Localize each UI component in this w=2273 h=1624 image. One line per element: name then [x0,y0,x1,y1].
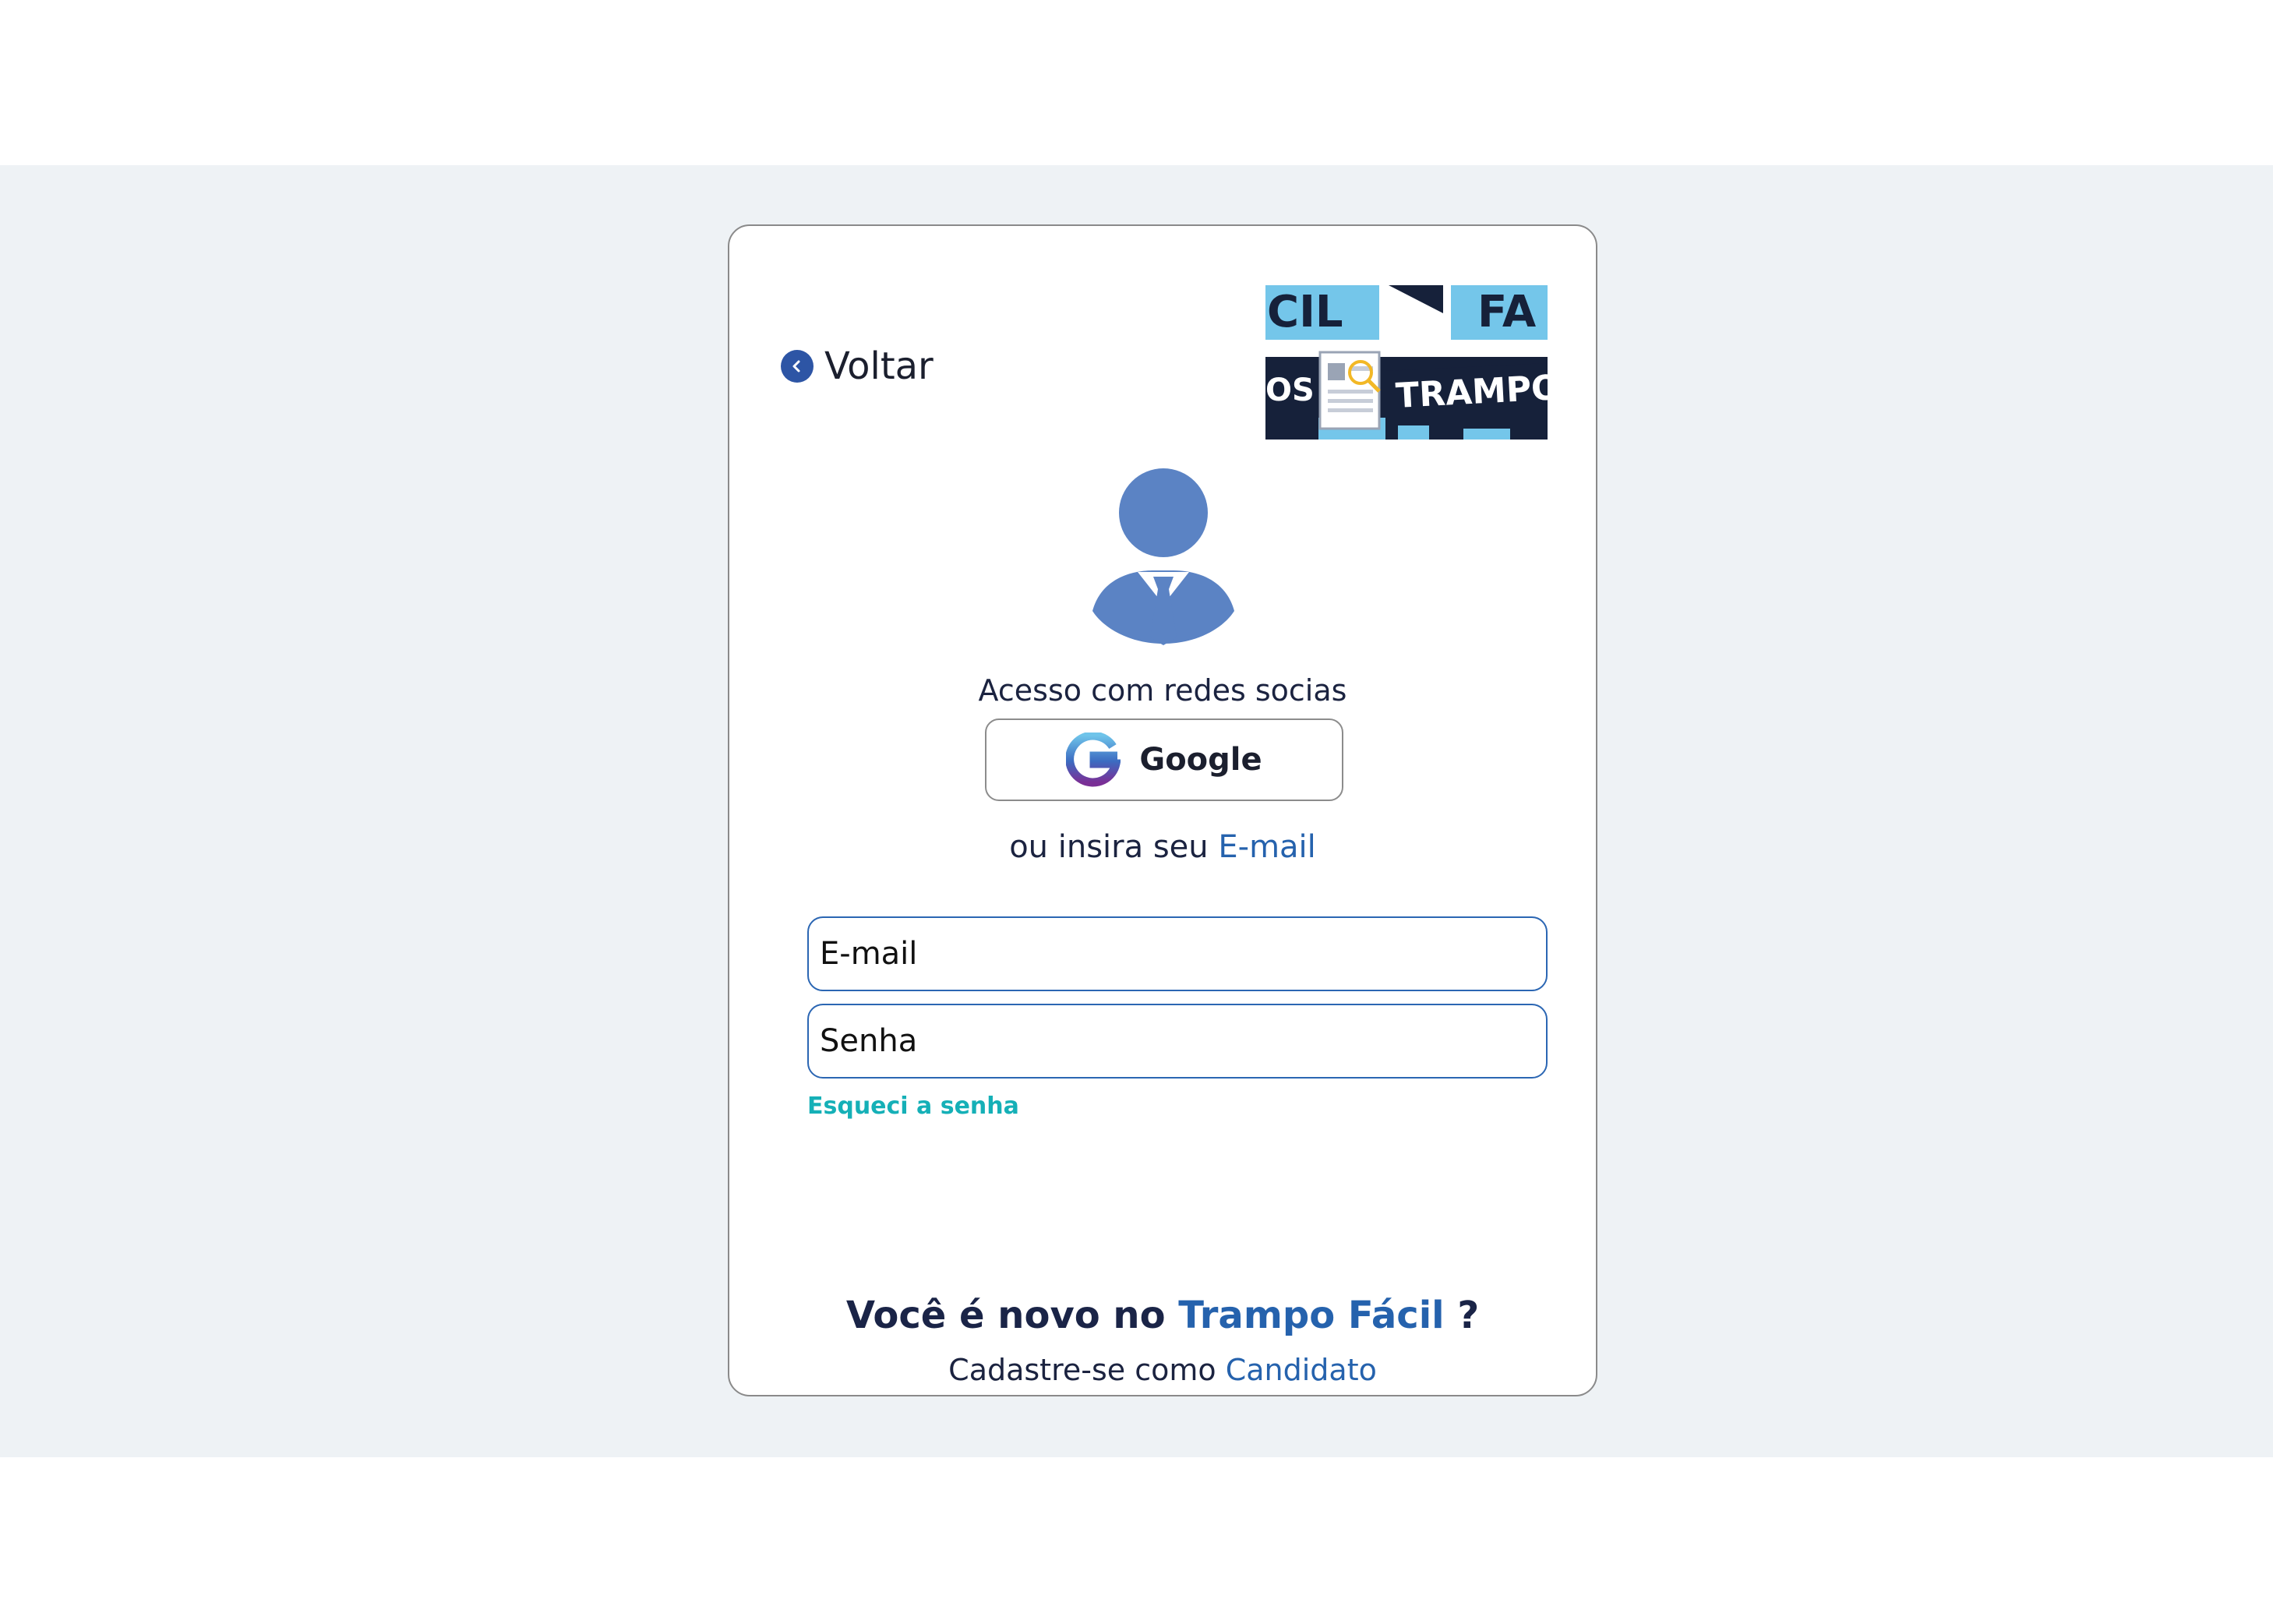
user-icon [1091,468,1236,645]
signup-candidate-link[interactable]: Candidato [1226,1353,1377,1387]
logo-text: FA [1477,287,1537,337]
back-label: Voltar [824,344,934,388]
logo-text: CIL [1267,287,1343,337]
google-login-button[interactable]: Google [985,718,1343,801]
password-input[interactable] [807,1004,1548,1079]
trampo-facil-logo: CIL FA OS TRAMPO [1265,285,1548,440]
email-link-text: E-mail [1218,829,1316,865]
or-text: ou insira seu [1009,829,1219,865]
login-card: Voltar CIL FA OS TRAMPO Acesso com redes… [728,224,1597,1396]
logo-text: OS [1265,372,1315,408]
logo-text: TRAMPO [1394,367,1548,416]
or-email-line: ou insira seu E-mail [729,829,1596,865]
back-button[interactable]: Voltar [781,343,934,390]
brand-name: Trampo Fácil [1178,1294,1445,1337]
email-input[interactable] [807,916,1548,991]
google-icon [1065,731,1122,787]
new-suffix: ? [1444,1294,1480,1337]
signup-prefix: Cadastre-se como [948,1353,1226,1387]
new-user-prompt: Você é novo no Trampo Fácil ? [729,1294,1596,1337]
google-label: Google [1139,742,1262,778]
new-prefix: Você é novo no [845,1294,1179,1337]
chevron-left-icon [781,350,814,383]
social-login-title: Acesso com redes socias [978,673,1347,708]
signup-line: Cadastre-se como Candidato [729,1353,1596,1387]
forgot-password-link[interactable]: Esqueci a senha [807,1093,1019,1120]
